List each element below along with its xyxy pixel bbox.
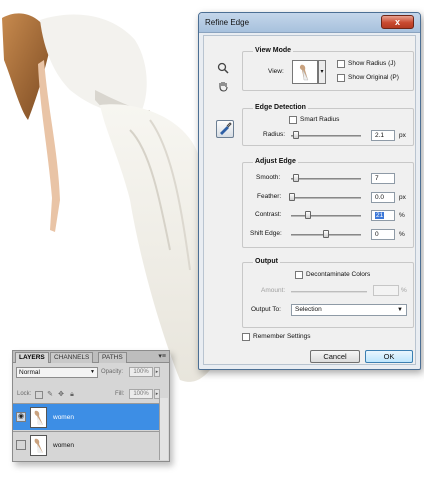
opacity-label: Opacity: [101,369,124,375]
eye-icon[interactable]: ◉ [16,412,26,422]
radius-input[interactable]: 2.1 [371,130,395,141]
view-mode-thumbnail[interactable] [292,60,318,84]
output-to-value: Selection [295,306,322,313]
blend-mode-value: Normal [19,369,40,376]
lock-pixels-icon[interactable]: ✎ [46,391,54,399]
lock-transparent-icon[interactable] [35,391,43,399]
layer-thumbnail [30,407,47,428]
feather-slider-track[interactable] [291,197,361,199]
shift-edge-label: Shift Edge: [250,230,282,237]
feather-input[interactable]: 0.0 [371,192,395,203]
contrast-value: 21 [375,212,385,219]
layer-thumbnail [30,435,47,456]
lock-label: Lock: [17,391,32,397]
edge-detection-section: Edge Detection Smart Radius Radius: 2.1 … [242,104,414,146]
layer-name: women [53,414,74,421]
chevron-down-icon: ▼ [397,307,403,313]
feather-label: Feather: [257,193,282,200]
fill-label: Fill: [115,391,125,397]
view-mode-heading: View Mode [253,47,294,54]
tab-layers[interactable]: LAYERS [15,352,49,363]
dialog-body: View Mode View: ▾ Show Radius (J) Show O… [203,35,416,365]
decontaminate-label: Decontaminate Colors [306,271,371,278]
output-section: Output Decontaminate Colors Amount: % Ou… [242,258,414,328]
amount-unit: % [401,287,407,294]
view-mode-section: View Mode View: ▾ Show Radius (J) Show O… [242,47,414,91]
layer-row[interactable]: ◉ women [13,403,159,430]
zoom-icon[interactable] [216,62,230,76]
chevron-down-icon: ▼ [90,369,95,375]
radius-label: Radius: [263,131,286,138]
smart-radius-label: Smart Radius [300,116,340,123]
radius-slider-thumb[interactable] [293,131,299,139]
edge-detection-heading: Edge Detection [253,104,308,111]
view-label: View: [268,68,284,75]
show-original-label: Show Original (P) [348,74,399,81]
adjust-edge-heading: Adjust Edge [253,158,298,165]
layers-panel: LAYERS CHANNELS PATHS ▾≡ Normal ▼ Opacit… [12,350,170,462]
shift-edge-input[interactable]: 0 [371,229,395,240]
refine-edge-dialog: Refine Edge x View Mode View: ▾ Show Rad… [198,12,421,370]
feather-slider-thumb[interactable] [289,193,295,201]
contrast-slider-track[interactable] [291,215,361,217]
remember-settings-label: Remember Settings [253,333,311,340]
panel-menu-icon[interactable]: ▾≡ [158,352,166,360]
remember-settings-checkbox[interactable] [242,333,250,341]
show-radius-label: Show Radius (J) [348,60,396,67]
opacity-arrow-icon[interactable]: ▸ [154,367,160,377]
amount-input [373,285,399,296]
feather-unit: px [399,194,406,201]
blend-mode-select[interactable]: Normal ▼ [16,367,98,378]
contrast-unit: % [399,212,405,219]
amount-slider-track [291,291,367,293]
layer-row[interactable]: women [13,431,159,458]
dialog-titlebar[interactable]: Refine Edge x [199,13,420,33]
smooth-slider-track[interactable] [291,178,361,180]
contrast-slider-thumb[interactable] [305,211,311,219]
radius-unit: px [399,132,406,139]
shift-edge-slider-thumb[interactable] [323,230,329,238]
lock-all-icon[interactable]: 🔒︎ [68,391,76,399]
shift-edge-unit: % [399,231,405,238]
smooth-label: Smooth: [256,174,281,181]
cancel-button[interactable]: Cancel [310,350,360,363]
layers-scrollbar[interactable] [159,398,168,460]
decontaminate-checkbox[interactable] [295,271,303,279]
ok-button[interactable]: OK [365,350,413,363]
radius-slider-track[interactable] [291,135,361,137]
refine-radius-brush-icon[interactable] [216,120,234,138]
amount-label: Amount: [261,287,286,294]
close-button[interactable]: x [381,15,414,29]
smooth-slider-thumb[interactable] [293,174,299,182]
eye-icon[interactable] [16,440,26,450]
output-to-label: Output To: [251,306,281,313]
fill-input[interactable]: 100% [129,389,153,399]
layers-panel-tabs: LAYERS CHANNELS PATHS ▾≡ [13,351,169,363]
tab-channels[interactable]: CHANNELS [50,352,94,363]
contrast-input[interactable]: 21 [371,210,395,221]
show-radius-checkbox[interactable] [337,60,345,68]
hand-icon[interactable] [216,80,230,94]
adjust-edge-section: Adjust Edge Smooth: 7 Feather: 0.0 px Co… [242,158,414,248]
smart-radius-checkbox[interactable] [289,116,297,124]
tab-paths[interactable]: PATHS [98,352,127,363]
opacity-input[interactable]: 100% [129,367,153,377]
output-heading: Output [253,258,280,265]
show-original-checkbox[interactable] [337,74,345,82]
output-to-select[interactable]: Selection ▼ [291,304,407,316]
dialog-title: Refine Edge [205,18,250,27]
view-mode-dropdown-arrow[interactable]: ▾ [318,60,326,84]
lock-position-icon[interactable]: ✥ [57,391,65,399]
smooth-input[interactable]: 7 [371,173,395,184]
layer-name: women [53,442,74,449]
close-icon: x [394,17,400,27]
contrast-label: Contrast: [255,211,282,218]
